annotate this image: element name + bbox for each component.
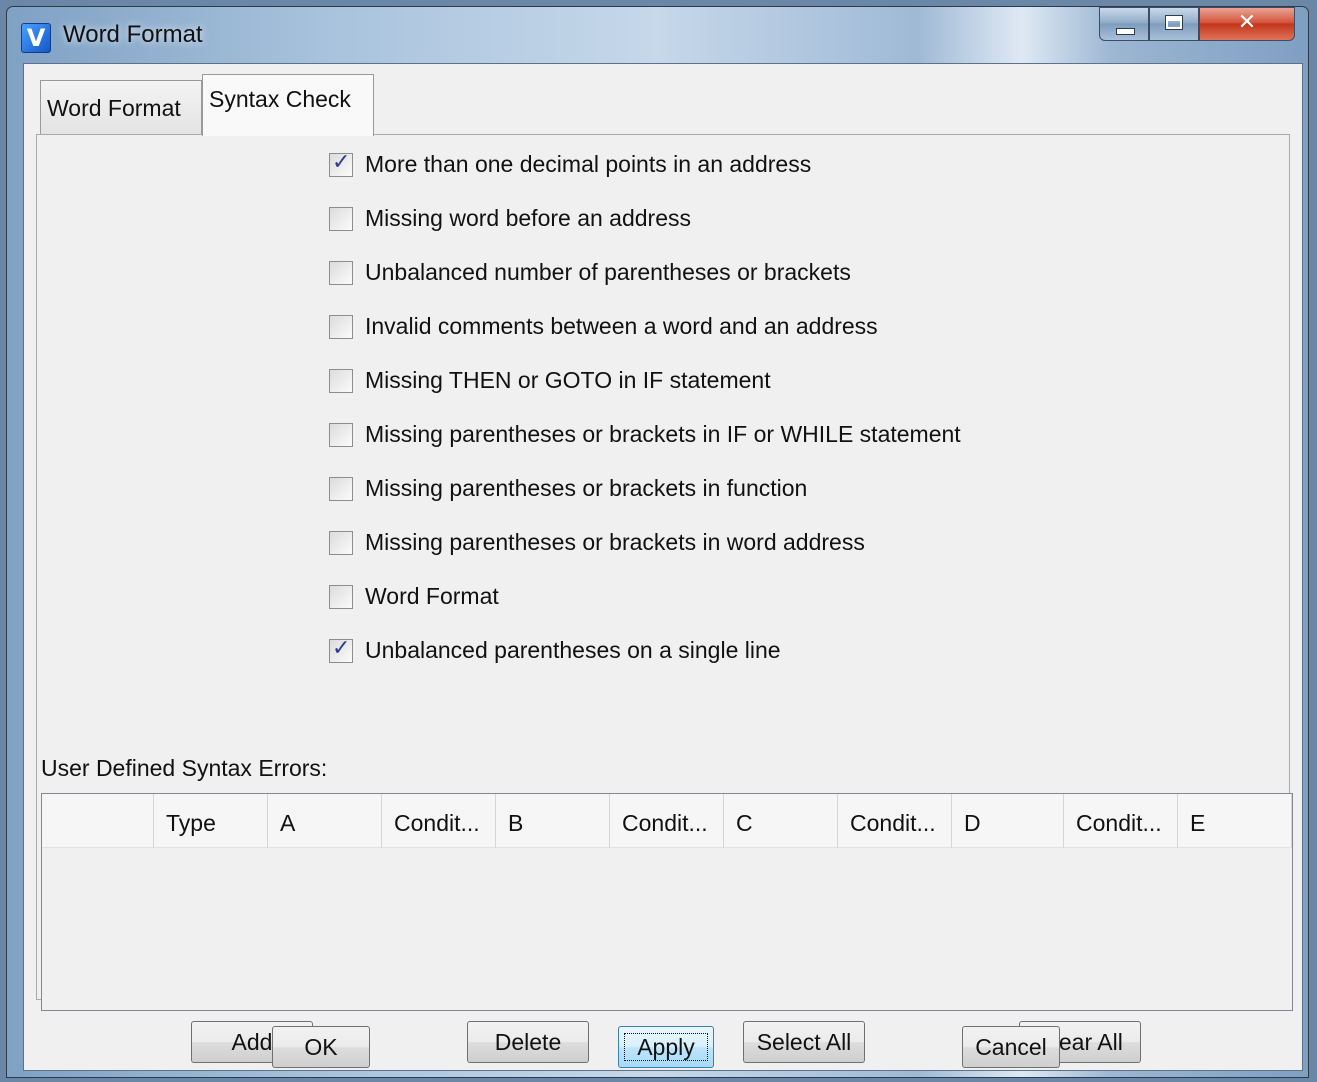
user-defined-errors-label: User Defined Syntax Errors:	[41, 755, 328, 781]
app-v-icon: V	[21, 23, 51, 53]
checkbox-unchecked[interactable]	[329, 477, 353, 501]
checkbox-unchecked[interactable]	[329, 315, 353, 339]
checkbox-unchecked[interactable]	[329, 531, 353, 555]
apply-button-label: Apply	[624, 1033, 708, 1061]
ok-button-label: OK	[304, 1034, 338, 1060]
table-header: Type A Condit... B Condit... C Condit... D Condi…	[42, 794, 1292, 848]
checkbox-label[interactable]: Word Format	[365, 581, 499, 611]
close-icon: ✕	[1237, 10, 1257, 35]
checkbox-label[interactable]: More than one decimal points in an addre…	[365, 149, 811, 179]
maximize-button[interactable]	[1149, 7, 1199, 41]
checkbox-unchecked[interactable]	[329, 261, 353, 285]
checkbox-unchecked[interactable]	[329, 423, 353, 447]
delete-button[interactable]: Delete	[467, 1021, 589, 1063]
column-header[interactable]: A	[268, 794, 382, 848]
select-all-button[interactable]: Select All	[743, 1021, 865, 1063]
checkbox-label[interactable]: Unbalanced number of parentheses or brac…	[365, 257, 851, 287]
ok-button[interactable]: OK	[272, 1026, 370, 1068]
column-header[interactable]: Condit...	[1064, 794, 1178, 848]
checkbox-label[interactable]: Unbalanced parentheses on a single line	[365, 635, 781, 665]
dialog-window: V Word Format ✕ Word Format Syntax Check…	[6, 6, 1309, 1078]
cancel-button[interactable]: Cancel	[962, 1026, 1060, 1068]
column-header[interactable]: Condit...	[838, 794, 952, 848]
window-title: Word Format	[63, 21, 203, 48]
syntax-check-panel: More than one decimal points in an addre…	[36, 134, 1293, 1063]
apply-button[interactable]: Apply	[618, 1026, 714, 1068]
tab-syntax-check[interactable]: Syntax Check	[202, 74, 374, 136]
select-all-button-label: Select All	[756, 1029, 852, 1055]
user-defined-errors-table[interactable]: Type A Condit... B Condit... C Condit... D Condi…	[41, 793, 1293, 1011]
column-header[interactable]: Condit...	[610, 794, 724, 848]
column-header[interactable]: Condit...	[382, 794, 496, 848]
row-header-column[interactable]	[42, 794, 154, 848]
tab-word-format[interactable]: Word Format	[40, 80, 202, 134]
column-header[interactable]: D	[952, 794, 1064, 848]
checkbox-label[interactable]: Missing parentheses or brackets in word …	[365, 527, 865, 557]
column-header[interactable]: Type	[154, 794, 268, 848]
checkbox-label[interactable]: Missing parentheses or brackets in funct…	[365, 473, 807, 503]
checkbox-checked[interactable]	[329, 636, 353, 663]
delete-button-label: Delete	[494, 1029, 562, 1055]
column-header[interactable]: C	[724, 794, 838, 848]
checkbox-unchecked[interactable]	[329, 207, 353, 231]
checkbox-label[interactable]: Missing parentheses or brackets in IF or…	[365, 419, 961, 449]
client-area: Word Format Syntax Check More than one d…	[23, 63, 1303, 1071]
cancel-button-label: Cancel	[975, 1034, 1047, 1060]
add-button-label: Add	[231, 1029, 273, 1055]
checkbox-label[interactable]: Invalid comments between a word and an a…	[365, 311, 878, 341]
title-bar[interactable]: V Word Format ✕	[7, 7, 1308, 63]
column-header[interactable]: E	[1178, 794, 1292, 848]
column-header[interactable]: B	[496, 794, 610, 848]
checkbox-label[interactable]: Missing THEN or GOTO in IF statement	[365, 365, 771, 395]
close-button[interactable]: ✕	[1199, 7, 1295, 41]
checkbox-label[interactable]: Missing word before an address	[365, 203, 691, 233]
checkbox-unchecked[interactable]	[329, 369, 353, 393]
minimize-button[interactable]	[1099, 7, 1149, 41]
checkbox-unchecked[interactable]	[329, 585, 353, 609]
checkbox-checked[interactable]	[329, 150, 353, 177]
